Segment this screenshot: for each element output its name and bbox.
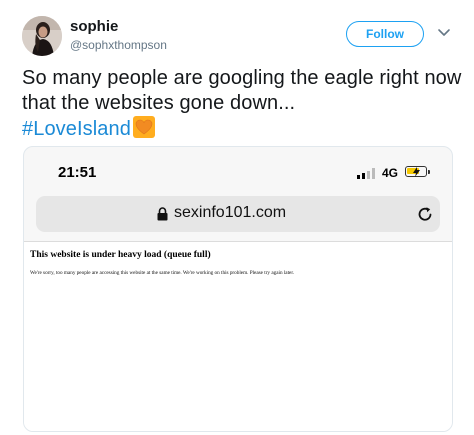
lock-icon	[157, 207, 168, 221]
chevron-down-icon[interactable]	[437, 28, 451, 38]
address-url: sexinfo101.com	[174, 204, 287, 221]
page-body-text: We're sorry, too many people are accessi…	[30, 270, 295, 276]
orange-heart-emoji-icon	[132, 116, 155, 138]
charging-bolt-icon	[413, 167, 420, 177]
user-handle[interactable]: @sophxthompson	[70, 38, 167, 52]
avatar[interactable]	[22, 16, 62, 56]
display-name[interactable]: sophie	[70, 18, 118, 35]
tweet-body: So many people are googling the eagle ri…	[22, 67, 462, 114]
follow-button[interactable]: Follow	[346, 21, 424, 47]
embedded-screenshot[interactable]: 21:51 4G sexinfo101.com This website is …	[23, 146, 453, 432]
signal-icon	[357, 168, 375, 179]
network-label: 4G	[382, 166, 399, 180]
tweet-card: sophie @sophxthompson Follow So many peo…	[0, 0, 474, 435]
page-title: This website is under heavy load (queue …	[30, 250, 211, 260]
battery-nub	[428, 170, 430, 174]
web-page-content: This website is under heavy load (queue …	[24, 241, 452, 431]
tweet-text: So many people are googling the eagle ri…	[22, 66, 462, 142]
hashtag-link[interactable]: #LoveIsland	[22, 118, 131, 140]
status-time: 21:51	[58, 164, 97, 181]
browser-address-bar[interactable]: sexinfo101.com	[36, 196, 440, 232]
reload-icon[interactable]	[416, 205, 434, 223]
